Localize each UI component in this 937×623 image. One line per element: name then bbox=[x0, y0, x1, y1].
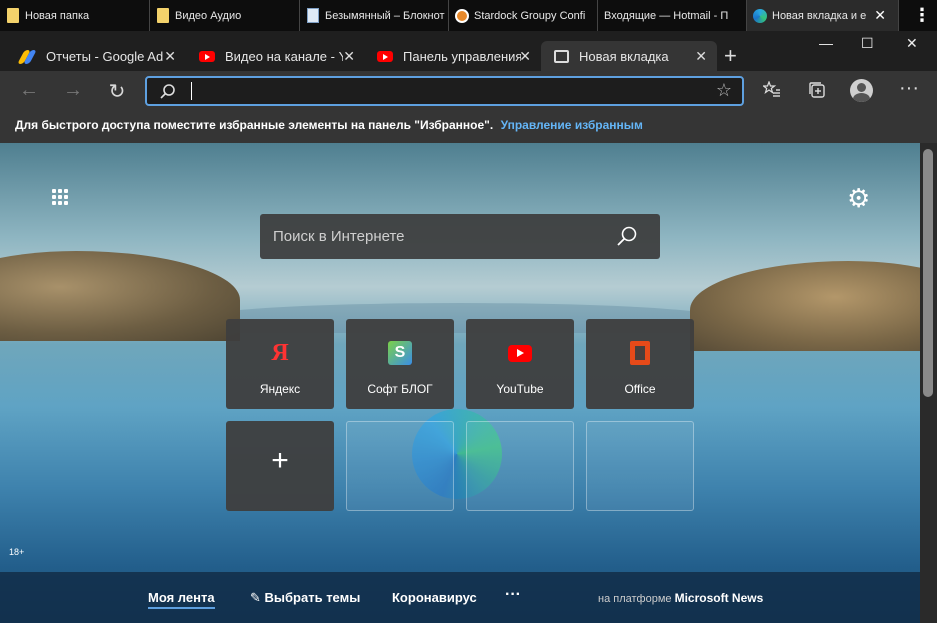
softblog-icon: S bbox=[388, 341, 412, 365]
close-icon[interactable]: ✕ bbox=[519, 48, 531, 65]
group-tab-label: Новая вкладка и е bbox=[772, 9, 867, 22]
close-icon[interactable]: ✕ bbox=[874, 7, 886, 24]
tab-label: Панель управления bbox=[403, 48, 521, 64]
close-icon[interactable]: ✕ bbox=[164, 48, 176, 65]
favorites-list-icon[interactable] bbox=[761, 80, 781, 104]
microsoft-news-brand: Microsoft News bbox=[674, 591, 764, 605]
group-tab-folder-video[interactable]: Видео Аудио bbox=[150, 0, 300, 31]
youtube-icon bbox=[377, 48, 393, 64]
news-feed-bar: Моя лента ✎ Выбрать темы Коронавирус ···… bbox=[0, 572, 920, 623]
more-topics-icon[interactable]: ··· bbox=[505, 586, 521, 604]
group-tab-label: Входящие — Hotmail - П bbox=[604, 9, 729, 22]
pencil-icon: ✎ bbox=[250, 590, 261, 605]
tab-coronavirus[interactable]: Коронавирус bbox=[392, 590, 477, 605]
group-tab-notepad[interactable]: Безымянный – Блокнот bbox=[300, 0, 449, 31]
empty-quick-link-slot bbox=[586, 421, 694, 511]
more-vertical-icon[interactable]: ⋮ bbox=[907, 0, 937, 31]
toolbar: ← → ↻ ☆ ··· bbox=[0, 71, 937, 112]
close-window-icon[interactable]: ✕ bbox=[906, 35, 918, 52]
choose-topics-button[interactable]: ✎ Выбрать темы bbox=[250, 590, 360, 606]
add-quick-link-button[interactable]: + bbox=[226, 421, 334, 511]
group-tab-hotmail[interactable]: Входящие — Hotmail - П bbox=[598, 0, 747, 31]
group-tab-label: Видео Аудио bbox=[175, 9, 242, 22]
quick-link-label: Яндекс bbox=[259, 382, 301, 396]
folder-icon bbox=[6, 8, 20, 24]
favorite-star-icon[interactable]: ☆ bbox=[716, 80, 732, 101]
favorites-hint-text: Для быстрого доступа поместите избранные… bbox=[15, 118, 494, 132]
close-icon[interactable]: ✕ bbox=[343, 48, 355, 65]
tab-new-tab[interactable]: Новая вкладка ✕ bbox=[541, 41, 717, 71]
tab-control-panel[interactable]: Панель управления ✕ bbox=[365, 41, 541, 71]
youtube-icon bbox=[199, 48, 215, 64]
web-search-box[interactable]: Поиск в Интернете bbox=[260, 214, 660, 259]
search-placeholder: Поиск в Интернете bbox=[273, 228, 405, 245]
address-bar[interactable]: ☆ bbox=[145, 76, 744, 106]
quick-link-youtube[interactable]: YouTube bbox=[466, 319, 574, 409]
tab-google-ads[interactable]: Отчеты - Google Ad ✕ bbox=[8, 41, 186, 71]
plus-icon: + bbox=[271, 444, 289, 477]
background-hill bbox=[690, 261, 920, 351]
quick-link-softblog[interactable]: S Софт БЛОГ bbox=[346, 319, 454, 409]
group-tab-edge[interactable]: Новая вкладка и е ✕ bbox=[747, 0, 899, 31]
app-launcher-icon[interactable] bbox=[52, 189, 68, 205]
age-rating-badge: 18+ bbox=[9, 547, 25, 557]
google-ads-icon bbox=[17, 48, 37, 64]
empty-quick-link-slot bbox=[466, 421, 574, 511]
maximize-icon[interactable]: ☐ bbox=[861, 35, 874, 52]
profile-avatar[interactable] bbox=[850, 79, 873, 102]
empty-quick-link-slot bbox=[346, 421, 454, 511]
search-icon bbox=[159, 83, 177, 106]
powered-by-prefix: на платформе bbox=[598, 593, 672, 605]
choose-topics-label: Выбрать темы bbox=[264, 590, 361, 605]
notepad-icon bbox=[306, 8, 320, 24]
background-hill bbox=[0, 251, 240, 341]
search-icon[interactable] bbox=[616, 225, 638, 252]
group-tab-stardock[interactable]: Stardock Groupy Confi bbox=[449, 0, 598, 31]
scrollbar[interactable] bbox=[920, 143, 937, 623]
quick-link-label: Софт БЛОГ bbox=[367, 382, 433, 396]
tab-my-feed[interactable]: Моя лента bbox=[148, 590, 215, 609]
stardock-icon bbox=[455, 8, 469, 24]
minimize-icon[interactable]: — bbox=[819, 35, 833, 51]
more-horizontal-icon[interactable]: ··· bbox=[899, 77, 919, 100]
new-tab-icon bbox=[553, 48, 569, 64]
group-tab-label: Новая папка bbox=[25, 9, 90, 22]
tab-label: Отчеты - Google Ad bbox=[46, 48, 164, 64]
forward-icon[interactable]: → bbox=[61, 79, 85, 102]
yandex-icon: Я bbox=[271, 339, 289, 366]
group-tabs-bar: Новая папка Видео Аудио Безымянный – Бло… bbox=[0, 0, 937, 31]
quick-link-label: YouTube bbox=[496, 382, 544, 396]
tab-strip: Отчеты - Google Ad ✕ Видео на канале - Y… bbox=[0, 31, 937, 71]
close-icon[interactable]: ✕ bbox=[695, 48, 707, 65]
back-icon[interactable]: ← bbox=[17, 79, 41, 102]
quick-link-yandex[interactable]: Я Яндекс bbox=[226, 319, 334, 409]
favorites-hint-bar: Для быстрого доступа поместите избранные… bbox=[0, 112, 937, 143]
folder-icon bbox=[156, 8, 170, 24]
youtube-icon bbox=[508, 341, 532, 365]
group-tab-label: Stardock Groupy Confi bbox=[474, 9, 586, 22]
group-tab-folder-new[interactable]: Новая папка bbox=[0, 0, 150, 31]
powered-by: на платформе Microsoft News bbox=[598, 591, 763, 605]
gear-icon[interactable]: ⚙ bbox=[847, 183, 870, 214]
manage-favorites-link[interactable]: Управление избранным bbox=[501, 118, 643, 132]
edge-icon bbox=[753, 8, 767, 24]
new-tab-button[interactable]: + bbox=[724, 43, 737, 69]
address-input[interactable] bbox=[191, 82, 192, 100]
collections-icon[interactable] bbox=[808, 81, 826, 104]
new-tab-page: ⚙ Поиск в Интернете Я Яндекс S Софт БЛОГ… bbox=[0, 143, 920, 623]
scrollbar-thumb[interactable] bbox=[923, 149, 933, 397]
tab-label: Новая вкладка bbox=[579, 48, 669, 64]
group-tab-label: Безымянный – Блокнот bbox=[325, 9, 445, 22]
quick-link-label: Office bbox=[624, 382, 656, 396]
tab-youtube-video[interactable]: Видео на канале - Yo ✕ bbox=[187, 41, 365, 71]
office-icon bbox=[628, 341, 652, 365]
quick-link-office[interactable]: Office bbox=[586, 319, 694, 409]
refresh-icon[interactable]: ↻ bbox=[105, 79, 129, 104]
tab-label: Видео на канале - Yo bbox=[225, 48, 343, 64]
